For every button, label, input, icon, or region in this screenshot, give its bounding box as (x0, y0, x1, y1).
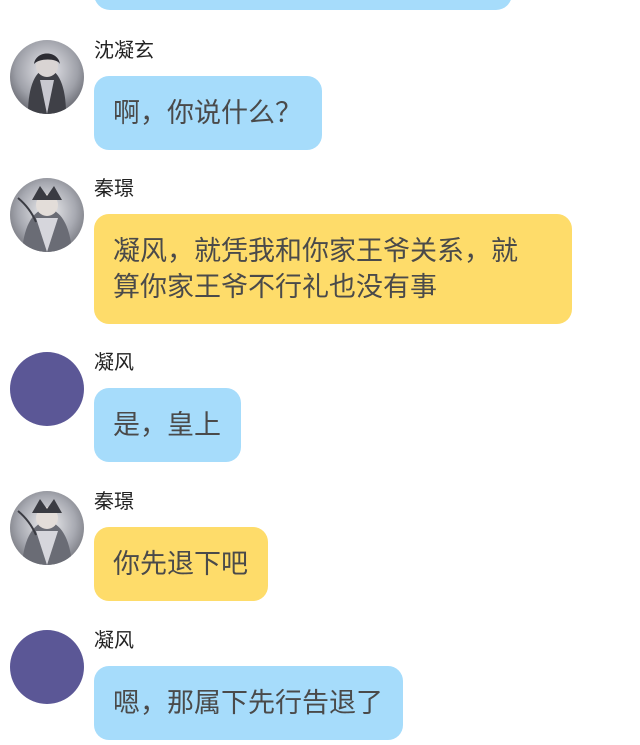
message-bubble[interactable]: 是，皇上 (94, 388, 241, 462)
portrait-avatar-icon[interactable] (10, 491, 84, 565)
partial-message-bubble (94, 0, 512, 10)
plain-avatar-icon[interactable] (10, 352, 84, 426)
portrait-avatar-icon[interactable] (10, 178, 84, 252)
sender-name: 沈凝玄 (94, 38, 154, 62)
chat-thread: 沈凝玄 啊，你说什么？ 秦璟 凝风，就凭我和你家王爷关系，就 算你家王爷不行礼也… (0, 0, 640, 745)
message-bubble[interactable]: 嗯，那属下先行告退了 (94, 666, 403, 740)
message-bubble[interactable]: 凝风，就凭我和你家王爷关系，就 算你家王爷不行礼也没有事 (94, 214, 572, 324)
plain-avatar-icon[interactable] (10, 630, 84, 704)
sender-name: 凝风 (94, 350, 134, 374)
portrait-avatar-icon[interactable] (10, 40, 84, 114)
sender-name: 秦璟 (94, 176, 134, 200)
sender-name: 秦璟 (94, 489, 134, 513)
message-bubble[interactable]: 你先退下吧 (94, 527, 268, 601)
sender-name: 凝风 (94, 628, 134, 652)
message-bubble[interactable]: 啊，你说什么？ (94, 76, 322, 150)
